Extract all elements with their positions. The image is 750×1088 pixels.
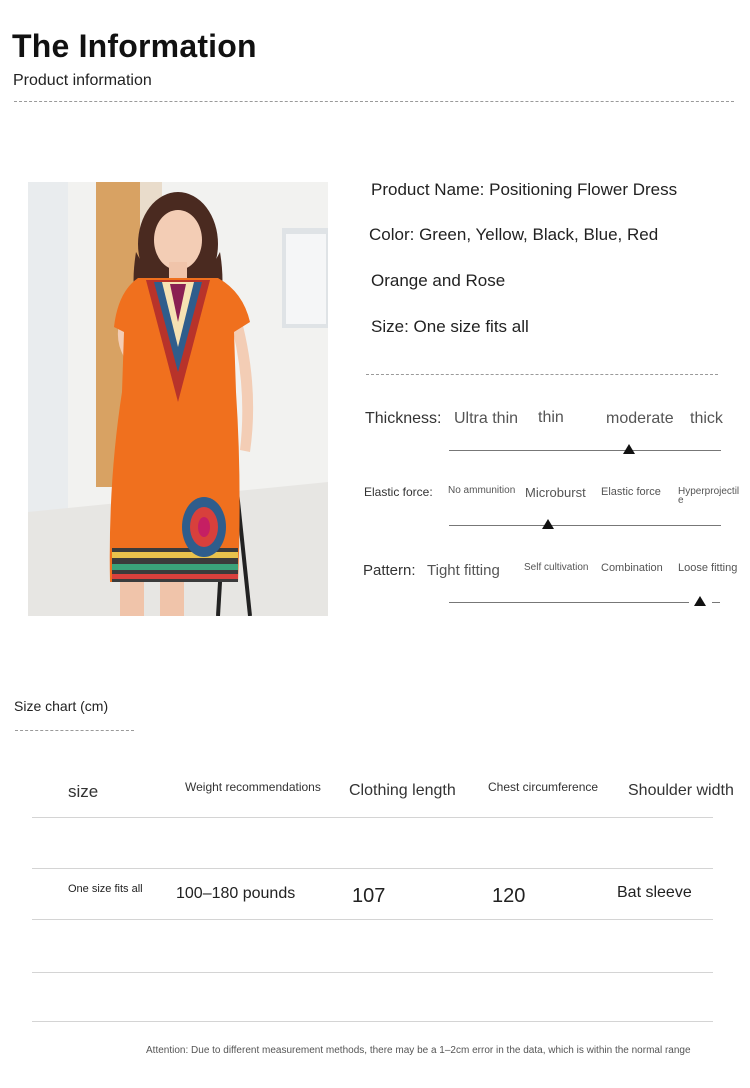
table-header-weight: Weight recommendations — [185, 780, 321, 794]
pattern-option-loose-fitting: Loose fitting — [678, 562, 738, 574]
thickness-option-thick: thick — [690, 410, 723, 427]
pattern-scale-line — [449, 602, 689, 603]
table-line-3 — [32, 919, 713, 920]
elastic-scale-line — [449, 525, 721, 526]
elastic-marker — [542, 519, 554, 529]
product-color-continued: Orange and Rose — [371, 271, 506, 290]
product-color: Color: Green, Yellow, Black, Blue, Red — [369, 225, 659, 244]
thickness-label: Thickness: — [365, 410, 442, 427]
size-chart-divider — [15, 730, 134, 731]
table-line-1 — [32, 817, 713, 818]
table-cell-shoulder: Bat sleeve — [617, 884, 692, 901]
table-line-4 — [32, 972, 713, 973]
table-header-clothing-length: Clothing length — [349, 782, 456, 799]
info-divider — [366, 374, 718, 375]
product-name: Product Name: Positioning Flower Dress — [371, 180, 678, 199]
product-size: Size: One size fits all — [371, 317, 529, 336]
dress-model-illustration — [28, 182, 328, 616]
elastic-label: Elastic force: — [364, 485, 433, 499]
page-title: The Information — [12, 28, 257, 64]
pattern-option-tight-fitting: Tight fitting — [427, 562, 500, 579]
section-subtitle: Product information — [13, 72, 152, 89]
pattern-marker — [694, 596, 706, 606]
pattern-scale-tail — [712, 602, 720, 603]
table-line-5 — [32, 1021, 713, 1022]
table-cell-weight: 100–180 pounds — [176, 885, 296, 902]
table-header-chest: Chest circumference — [488, 780, 599, 794]
thickness-option-thin: thin — [538, 409, 564, 426]
pattern-option-combination: Combination — [601, 562, 663, 574]
product-photo — [28, 182, 328, 616]
thickness-option-moderate: moderate — [606, 410, 674, 427]
thickness-marker — [623, 444, 635, 454]
elastic-option-microburst: Microburst — [525, 485, 586, 500]
size-chart-title: Size chart (cm) — [14, 698, 109, 714]
table-header-size: size — [68, 782, 99, 801]
elastic-option-no-ammunition: No ammunition — [448, 485, 516, 496]
table-line-2 — [32, 868, 713, 869]
table-cell-size: One size fits all — [68, 883, 143, 895]
pattern-option-self-cultivation: Self cultivation — [524, 562, 589, 573]
elastic-option-elastic-force: Elastic force — [601, 486, 661, 498]
table-cell-clothing-length: 107 — [352, 885, 386, 907]
header-divider — [14, 101, 734, 102]
elastic-option-hyperprojectile: Hyperprojectile — [678, 486, 740, 506]
pattern-label: Pattern: — [363, 562, 416, 579]
thickness-scale-line — [449, 450, 721, 451]
table-cell-chest: 120 — [492, 885, 526, 907]
thickness-option-ultra-thin: Ultra thin — [454, 410, 519, 427]
table-header-shoulder: Shoulder width — [628, 782, 734, 799]
measurement-note: Attention: Due to different measurement … — [146, 1045, 691, 1056]
